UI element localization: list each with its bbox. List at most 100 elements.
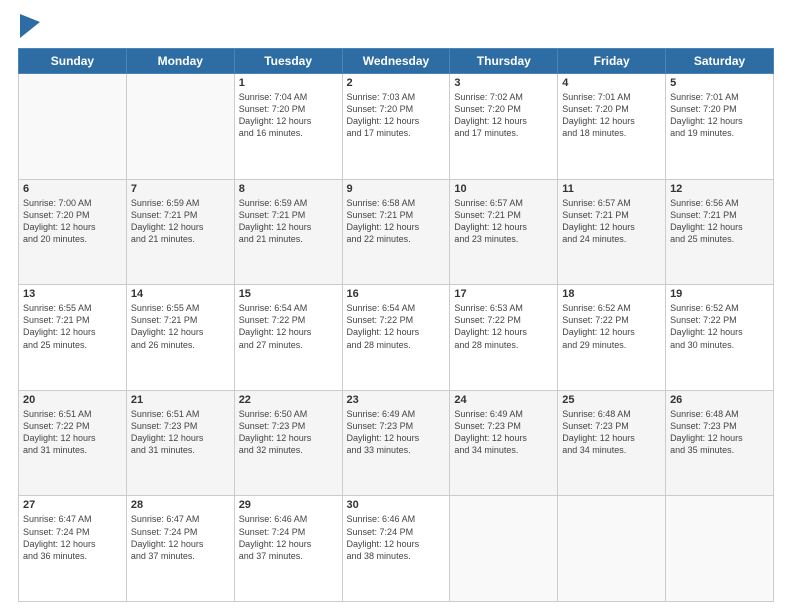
- day-info: Sunrise: 6:51 AM Sunset: 7:22 PM Dayligh…: [23, 408, 122, 457]
- calendar-day: 17 Sunrise: 6:53 AM Sunset: 7:22 PM Dayli…: [450, 285, 558, 391]
- day-number: 9: [347, 183, 446, 195]
- calendar-day: 10 Sunrise: 6:57 AM Sunset: 7:21 PM Dayli…: [450, 179, 558, 285]
- day-info: Sunrise: 7:03 AM Sunset: 7:20 PM Dayligh…: [347, 91, 446, 140]
- day-info: Sunrise: 6:52 AM Sunset: 7:22 PM Dayligh…: [670, 302, 769, 351]
- day-info: Sunrise: 6:46 AM Sunset: 7:24 PM Dayligh…: [239, 513, 338, 562]
- calendar-day: 4 Sunrise: 7:01 AM Sunset: 7:20 PM Daylig…: [558, 74, 666, 180]
- day-number: 16: [347, 288, 446, 300]
- day-info: Sunrise: 6:53 AM Sunset: 7:22 PM Dayligh…: [454, 302, 553, 351]
- day-info: Sunrise: 6:55 AM Sunset: 7:21 PM Dayligh…: [131, 302, 230, 351]
- calendar-day: 19 Sunrise: 6:52 AM Sunset: 7:22 PM Dayli…: [666, 285, 774, 391]
- day-info: Sunrise: 6:48 AM Sunset: 7:23 PM Dayligh…: [670, 408, 769, 457]
- day-info: Sunrise: 6:57 AM Sunset: 7:21 PM Dayligh…: [454, 197, 553, 246]
- logo-text: [18, 18, 40, 38]
- calendar-day: 23 Sunrise: 6:49 AM Sunset: 7:23 PM Dayli…: [342, 390, 450, 496]
- calendar-day: 20 Sunrise: 6:51 AM Sunset: 7:22 PM Dayli…: [19, 390, 127, 496]
- empty-day: [558, 496, 666, 602]
- day-number: 30: [347, 499, 446, 511]
- day-info: Sunrise: 7:00 AM Sunset: 7:20 PM Dayligh…: [23, 197, 122, 246]
- calendar-day: 12 Sunrise: 6:56 AM Sunset: 7:21 PM Dayli…: [666, 179, 774, 285]
- day-number: 29: [239, 499, 338, 511]
- day-number: 21: [131, 394, 230, 406]
- calendar-day: 21 Sunrise: 6:51 AM Sunset: 7:23 PM Dayli…: [126, 390, 234, 496]
- day-info: Sunrise: 6:52 AM Sunset: 7:22 PM Dayligh…: [562, 302, 661, 351]
- day-info: Sunrise: 6:50 AM Sunset: 7:23 PM Dayligh…: [239, 408, 338, 457]
- calendar-day: 5Sunrise: 7:01 AM Sunset: 7:20 PM Daylig…: [666, 74, 774, 180]
- day-number: 26: [670, 394, 769, 406]
- calendar-day: 27Sunrise: 6:47 AM Sunset: 7:24 PM Dayli…: [19, 496, 127, 602]
- logo-icon: [20, 14, 40, 38]
- day-info: Sunrise: 6:56 AM Sunset: 7:21 PM Dayligh…: [670, 197, 769, 246]
- day-info: Sunrise: 7:01 AM Sunset: 7:20 PM Dayligh…: [562, 91, 661, 140]
- day-number: 18: [562, 288, 661, 300]
- calendar-day: 6 Sunrise: 7:00 AM Sunset: 7:20 PM Daylig…: [19, 179, 127, 285]
- day-info: Sunrise: 6:49 AM Sunset: 7:23 PM Dayligh…: [347, 408, 446, 457]
- day-number: 10: [454, 183, 553, 195]
- day-info: Sunrise: 6:49 AM Sunset: 7:23 PM Dayligh…: [454, 408, 553, 457]
- day-info: Sunrise: 6:48 AM Sunset: 7:23 PM Dayligh…: [562, 408, 661, 457]
- weekday-header: Sunday: [19, 49, 127, 74]
- calendar-day: 1 Sunrise: 7:04 AM Sunset: 7:20 PM Daylig…: [234, 74, 342, 180]
- calendar-day: 2 Sunrise: 7:03 AM Sunset: 7:20 PM Daylig…: [342, 74, 450, 180]
- day-number: 11: [562, 183, 661, 195]
- day-info: Sunrise: 6:54 AM Sunset: 7:22 PM Dayligh…: [239, 302, 338, 351]
- day-number: 17: [454, 288, 553, 300]
- day-info: Sunrise: 7:02 AM Sunset: 7:20 PM Dayligh…: [454, 91, 553, 140]
- calendar-day: 14 Sunrise: 6:55 AM Sunset: 7:21 PM Dayli…: [126, 285, 234, 391]
- day-number: 5: [670, 77, 769, 89]
- calendar-day: 7 Sunrise: 6:59 AM Sunset: 7:21 PM Daylig…: [126, 179, 234, 285]
- day-info: Sunrise: 6:47 AM Sunset: 7:24 PM Dayligh…: [131, 513, 230, 562]
- day-number: 27: [23, 499, 122, 511]
- calendar-day: 25 Sunrise: 6:48 AM Sunset: 7:23 PM Dayli…: [558, 390, 666, 496]
- day-number: 13: [23, 288, 122, 300]
- weekday-header: Thursday: [450, 49, 558, 74]
- calendar-day: 16 Sunrise: 6:54 AM Sunset: 7:22 PM Dayli…: [342, 285, 450, 391]
- empty-day: [450, 496, 558, 602]
- day-info: Sunrise: 6:46 AM Sunset: 7:24 PM Dayligh…: [347, 513, 446, 562]
- calendar-day: 26 Sunrise: 6:48 AM Sunset: 7:23 PM Dayli…: [666, 390, 774, 496]
- calendar-day: 9 Sunrise: 6:58 AM Sunset: 7:21 PM Daylig…: [342, 179, 450, 285]
- day-info: Sunrise: 6:58 AM Sunset: 7:21 PM Dayligh…: [347, 197, 446, 246]
- day-number: 15: [239, 288, 338, 300]
- day-number: 3: [454, 77, 553, 89]
- day-number: 24: [454, 394, 553, 406]
- day-info: Sunrise: 6:57 AM Sunset: 7:21 PM Dayligh…: [562, 197, 661, 246]
- weekday-header: Saturday: [666, 49, 774, 74]
- day-number: 1: [239, 77, 338, 89]
- calendar-day: 13 Sunrise: 6:55 AM Sunset: 7:21 PM Dayli…: [19, 285, 127, 391]
- day-number: 2: [347, 77, 446, 89]
- weekday-header: Wednesday: [342, 49, 450, 74]
- day-info: Sunrise: 6:59 AM Sunset: 7:21 PM Dayligh…: [131, 197, 230, 246]
- weekday-header: Friday: [558, 49, 666, 74]
- calendar-table: SundayMondayTuesdayWednesdayThursdayFrid…: [18, 48, 774, 602]
- day-info: Sunrise: 6:55 AM Sunset: 7:21 PM Dayligh…: [23, 302, 122, 351]
- day-number: 12: [670, 183, 769, 195]
- empty-day: [19, 74, 127, 180]
- calendar-day: 11 Sunrise: 6:57 AM Sunset: 7:21 PM Dayli…: [558, 179, 666, 285]
- page: SundayMondayTuesdayWednesdayThursdayFrid…: [0, 0, 792, 612]
- day-info: Sunrise: 6:54 AM Sunset: 7:22 PM Dayligh…: [347, 302, 446, 351]
- calendar-day: 24 Sunrise: 6:49 AM Sunset: 7:23 PM Dayli…: [450, 390, 558, 496]
- empty-day: [126, 74, 234, 180]
- day-number: 23: [347, 394, 446, 406]
- calendar-day: 8 Sunrise: 6:59 AM Sunset: 7:21 PM Daylig…: [234, 179, 342, 285]
- day-info: Sunrise: 6:51 AM Sunset: 7:23 PM Dayligh…: [131, 408, 230, 457]
- day-number: 19: [670, 288, 769, 300]
- day-number: 20: [23, 394, 122, 406]
- day-number: 8: [239, 183, 338, 195]
- day-number: 4: [562, 77, 661, 89]
- logo: [18, 18, 40, 38]
- header: [18, 18, 774, 38]
- calendar-day: 18 Sunrise: 6:52 AM Sunset: 7:22 PM Dayli…: [558, 285, 666, 391]
- calendar-day: 22Sunrise: 6:50 AM Sunset: 7:23 PM Dayli…: [234, 390, 342, 496]
- day-number: 25: [562, 394, 661, 406]
- calendar-day: 28Sunrise: 6:47 AM Sunset: 7:24 PM Dayli…: [126, 496, 234, 602]
- calendar-day: 29 Sunrise: 6:46 AM Sunset: 7:24 PM Dayli…: [234, 496, 342, 602]
- day-info: Sunrise: 7:04 AM Sunset: 7:20 PM Dayligh…: [239, 91, 338, 140]
- calendar-day: 15 Sunrise: 6:54 AM Sunset: 7:22 PM Dayli…: [234, 285, 342, 391]
- day-number: 6: [23, 183, 122, 195]
- day-info: Sunrise: 6:59 AM Sunset: 7:21 PM Dayligh…: [239, 197, 338, 246]
- calendar-day: 30 Sunrise: 6:46 AM Sunset: 7:24 PM Dayli…: [342, 496, 450, 602]
- day-number: 7: [131, 183, 230, 195]
- day-number: 14: [131, 288, 230, 300]
